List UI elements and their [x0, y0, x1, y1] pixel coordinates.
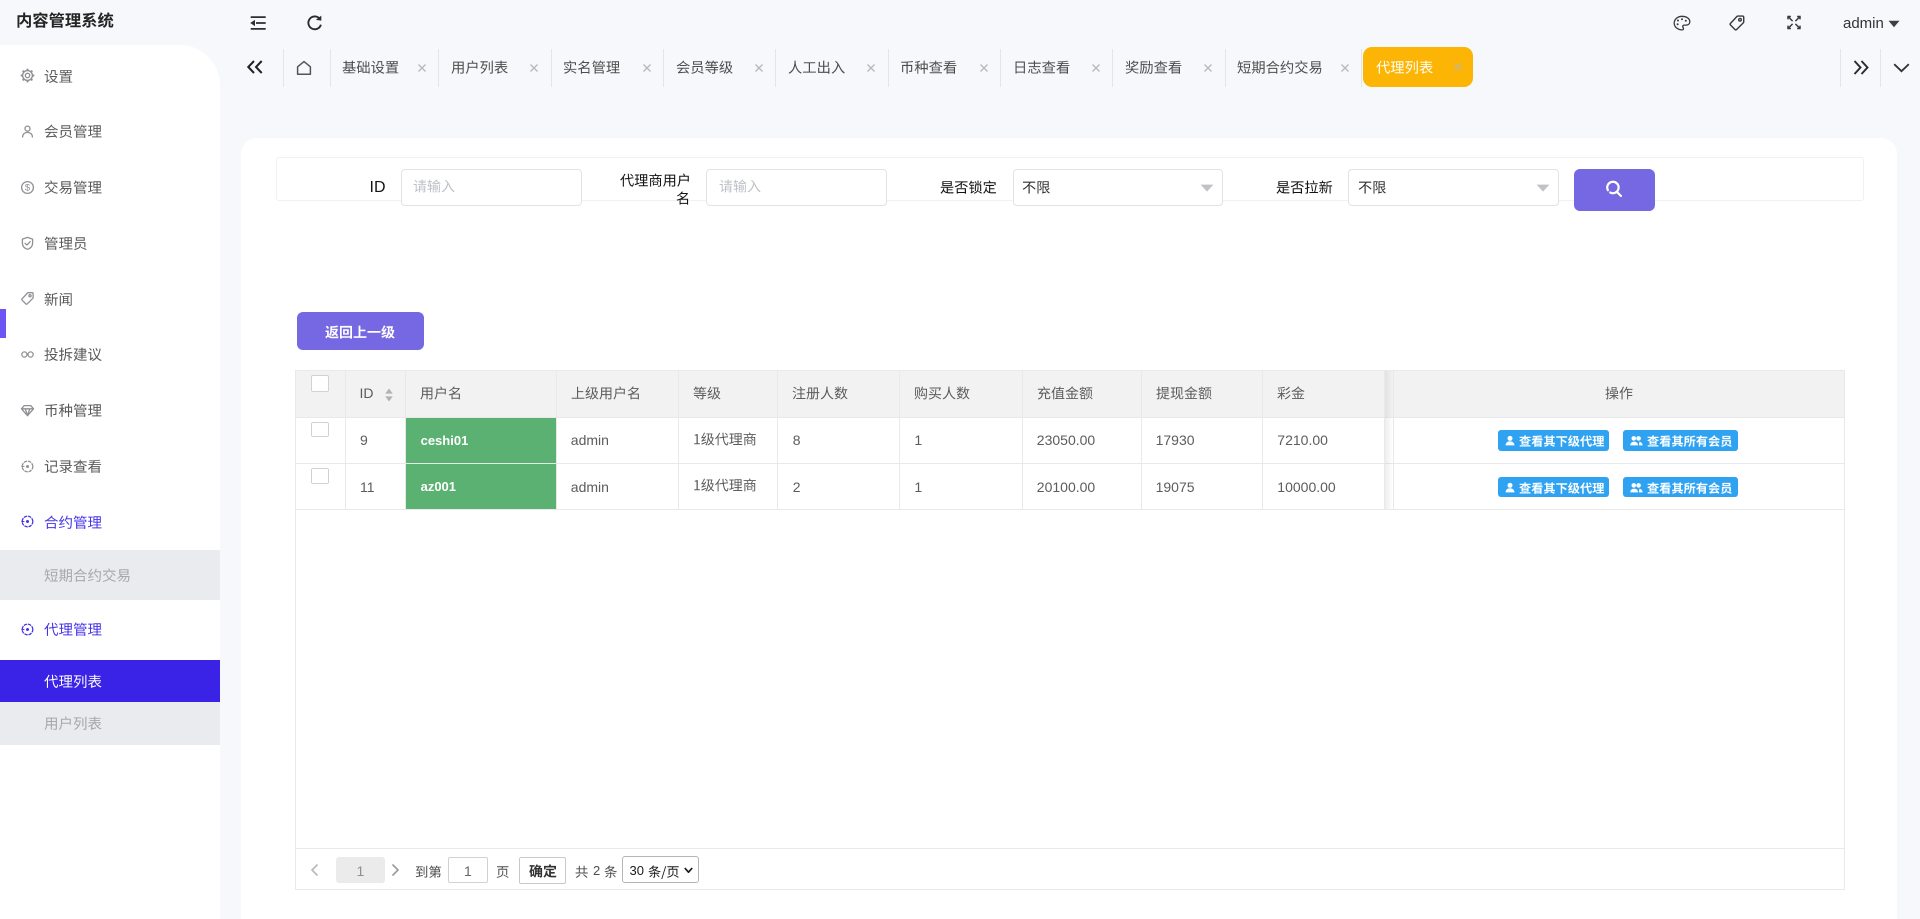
svg-text:$: $ — [24, 182, 30, 193]
